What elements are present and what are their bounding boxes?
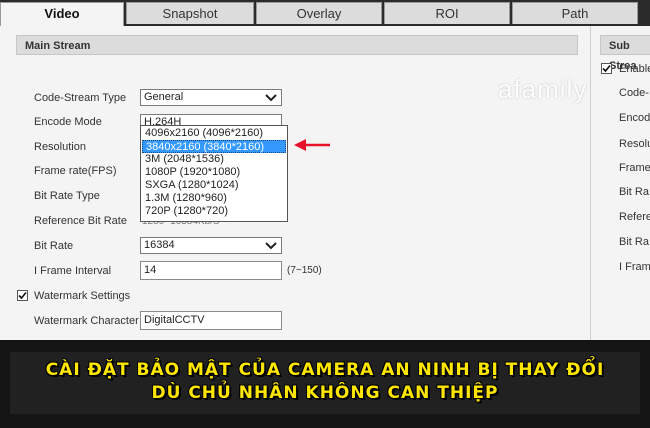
sub-stream-label-code: Code- xyxy=(619,87,649,99)
encode-mode-label: Encode Mode xyxy=(34,116,102,128)
sub-stream-label-frame: Frame xyxy=(619,162,650,174)
bit-rate-type-label: Bit Rate Type xyxy=(34,190,100,202)
tab-snapshot[interactable]: Snapshot xyxy=(126,2,254,24)
sub-stream-label-reference: Refere xyxy=(619,211,650,223)
watermark-character-input[interactable]: DigitalCCTV xyxy=(140,311,282,330)
frame-rate-label: Frame rate(FPS) xyxy=(34,165,117,177)
sub-stream-label-bitrate: Bit Ra xyxy=(619,236,649,248)
main-stream-header: Main Stream xyxy=(16,35,578,55)
resolution-option[interactable]: 1080P (1920*1080) xyxy=(142,166,286,179)
resolution-option-selected[interactable]: 3840x2160 (3840*2160) xyxy=(142,140,286,153)
red-arrow-icon xyxy=(294,139,330,151)
resolution-option[interactable]: 1.3M (1280*960) xyxy=(142,192,286,205)
resolution-option[interactable]: 720P (1280*720) xyxy=(142,205,286,218)
watermark-settings-checkbox[interactable] xyxy=(17,290,28,301)
tab-overlay[interactable]: Overlay xyxy=(256,2,382,24)
chevron-down-icon xyxy=(265,242,277,250)
sub-stream-label-bitrate-type: Bit Ra xyxy=(619,186,649,198)
tab-video[interactable]: Video xyxy=(0,2,124,26)
tab-roi[interactable]: ROI xyxy=(384,2,510,24)
sub-stream-label-resolution: Resolu xyxy=(619,138,650,150)
resolution-option[interactable]: SXGA (1280*1024) xyxy=(142,179,286,192)
resolution-dropdown-list[interactable]: 4096x2160 (4096*2160) 3840x2160 (3840*21… xyxy=(140,125,288,222)
watermark-logo: afamily xyxy=(498,74,588,104)
watermark-settings-label: Watermark Settings xyxy=(34,290,131,302)
sub-stream-header: Sub Strea xyxy=(600,35,650,72)
resolution-option[interactable]: 3M (2048*1536) xyxy=(142,153,286,166)
code-stream-type-select[interactable]: General xyxy=(140,89,282,106)
sub-stream-label-iframe: I Fram xyxy=(619,261,650,273)
chevron-down-icon xyxy=(265,94,277,102)
bit-rate-value: 16384 xyxy=(144,239,175,251)
resolution-label: Resolution xyxy=(34,141,86,153)
resolution-option[interactable]: 4096x2160 (4096*2160) xyxy=(142,127,286,140)
tab-path[interactable]: Path xyxy=(512,2,638,24)
i-frame-interval-input[interactable]: 14 xyxy=(140,261,282,280)
i-frame-interval-label: I Frame Interval xyxy=(34,265,112,277)
i-frame-interval-range: (7~150) xyxy=(287,265,322,276)
sub-stream-enable-label: Enable xyxy=(619,63,650,75)
caption-line-2: DÙ CHỦ NHÂN KHÔNG CAN THIỆP xyxy=(151,383,499,403)
caption-line-1: CÀI ĐẶT BẢO MẬT CỦA CAMERA AN NINH BỊ TH… xyxy=(45,360,605,380)
bit-rate-label: Bit Rate xyxy=(34,240,74,252)
reference-bit-rate-label: Reference Bit Rate xyxy=(34,215,127,227)
watermark-character-label: Watermark Character xyxy=(34,315,139,327)
bit-rate-select[interactable]: 16384 xyxy=(140,237,282,254)
code-stream-type-label: Code-Stream Type xyxy=(34,92,127,104)
sub-stream-label-encode: Encode xyxy=(619,112,650,124)
sub-stream-enable-checkbox[interactable] xyxy=(601,63,612,74)
code-stream-type-value: General xyxy=(144,91,184,103)
panel-divider xyxy=(590,26,591,346)
